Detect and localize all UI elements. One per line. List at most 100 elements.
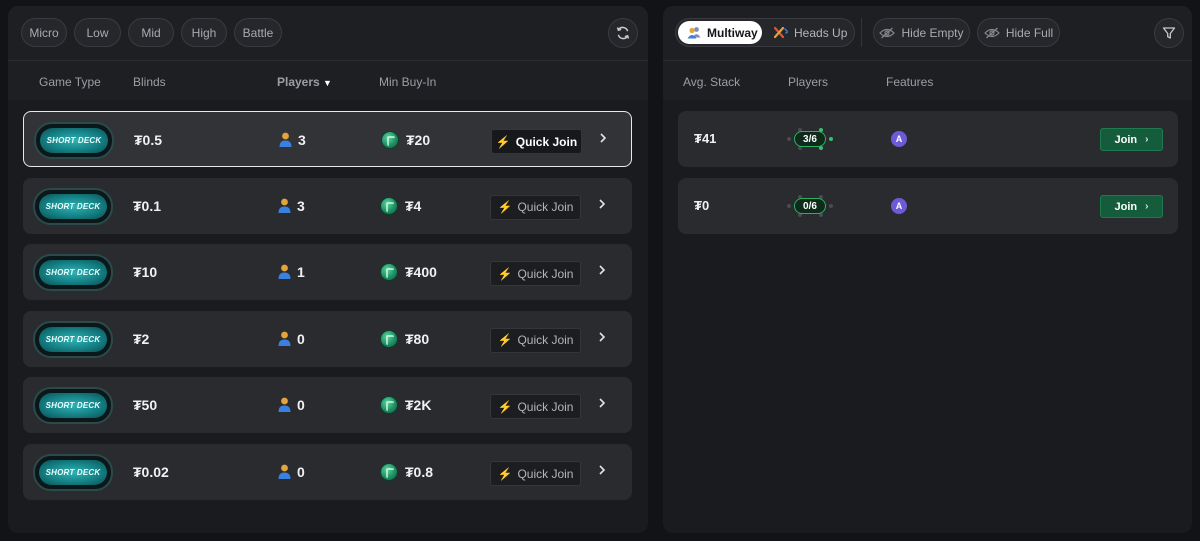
players-count: 3 [298,132,306,148]
game-type-badge: SHORT DECK [33,387,113,425]
quick-join-label: Quick Join [517,200,574,215]
refresh-button[interactable] [608,18,638,48]
stakes-filter-bar: Micro Low Mid High Battle [8,6,648,60]
players-count: 3 [297,197,305,214]
players-count: 0 [297,397,305,414]
game-type-badge: SHORT DECK [33,454,113,491]
chip-icon [380,329,398,348]
stake-filter-low[interactable]: Low [74,18,121,47]
feature-badge: A [891,131,907,147]
join-label: Join [1114,200,1138,213]
poker-table-graphic: SHORT DECK [39,193,107,219]
col-players[interactable]: Players ▼ [277,75,332,89]
quick-join-label: Quick Join [517,466,574,481]
min-buyin-value: ₮80 [405,330,430,347]
quick-join-button[interactable]: ⚡ Quick Join [490,461,581,486]
col-game-type[interactable]: Game Type [39,75,101,89]
sort-desc-icon: ▼ [323,78,332,88]
col-avg-stack[interactable]: Avg. Stack [683,75,740,89]
seat-dot [829,137,833,141]
quick-join-label: Quick Join [515,134,578,149]
join-button[interactable]: Join › [1100,128,1163,151]
stake-filter-mid[interactable]: Mid [128,18,174,47]
poker-table-graphic: SHORT DECK [40,128,108,153]
tab-heads-up[interactable]: Heads Up [770,21,854,44]
blinds-value: ₮0.5 [134,132,163,148]
tab-multiway[interactable]: Multiway [678,21,762,44]
stake-filter-high[interactable]: High [181,18,227,47]
list-column-headers: Game Type Blinds Players ▼ Min Buy-In [8,60,648,100]
player-icon [279,132,292,152]
quick-join-label: Quick Join [517,333,574,348]
seat-indicator: 3/6 [787,128,833,150]
game-type-label: SHORT DECK [46,136,102,145]
poker-table-graphic: SHORT DECK [39,460,107,485]
min-buyin-value: ₮400 [405,264,437,281]
quick-join-button[interactable]: ⚡ Quick Join [490,194,581,220]
blinds-value: ₮50 [133,397,158,414]
chevron-right-icon[interactable] [597,263,613,281]
join-button[interactable]: Join › [1100,195,1163,218]
filter-button[interactable] [1154,18,1184,48]
chevron-right-icon[interactable] [597,396,613,414]
game-type-badge: SHORT DECK [34,122,114,159]
multiway-icon [687,27,701,39]
table-row[interactable]: SHORT DECK ₮0.5 3 ₮20 ⚡ Quick Join [23,111,632,167]
join-label: Join [1114,133,1138,146]
quick-join-button[interactable]: ⚡ Quick Join [490,394,581,420]
table-row[interactable]: SHORT DECK ₮10 1 ₮400 ⚡ Quick Join [23,244,632,301]
seat-count: 3/6 [794,131,826,147]
table-list: SHORT DECK ₮0.5 3 ₮2 0 ⚡ Quick Join SHORT DECK ₮… [8,100,648,533]
player-icon [278,464,291,484]
table-row[interactable]: SHORT DECK ₮50 0 ₮2K ⚡ Quick Join [23,377,632,434]
game-type-label: SHORT DECK [45,268,101,278]
stake-filter-micro[interactable]: Micro [21,18,67,47]
seat-indicator: 0/6 [787,195,833,217]
quick-join-button[interactable]: ⚡ Quick Join [490,327,581,353]
chevron-right-icon[interactable] [598,131,614,149]
quick-join-button[interactable]: ⚡ Quick Join [491,129,582,154]
refresh-icon [616,26,630,40]
mode-filter-bar: Multiway Heads Up Hide Empty Hide Full [663,6,1192,60]
game-type-label: SHORT DECK [45,468,101,477]
filter-icon [1162,27,1176,39]
col-min-buyin[interactable]: Min Buy-In [379,75,436,89]
game-type-label: SHORT DECK [45,401,101,411]
chip-icon [381,131,399,149]
seat-dot [829,204,833,208]
eye-off-icon [879,27,896,38]
col-features[interactable]: Features [886,75,933,89]
quick-join-button[interactable]: ⚡ Quick Join [490,261,581,287]
player-icon [278,331,291,351]
stake-filter-battle[interactable]: Battle [234,18,282,47]
players-count: 1 [297,264,305,281]
table-row[interactable]: SHORT DECK ₮2 0 ₮80 ⚡ Quick Join [23,310,632,367]
detail-column-headers: Avg. Stack Players Features [663,60,1192,100]
game-type-badge: SHORT DECK [33,254,113,292]
lightning-icon: ⚡ [497,266,513,281]
lightning-icon: ⚡ [497,399,513,414]
table-instances-list: ₮41 3/6 A Join › ₮0 0/6 A Join › [663,100,1192,533]
game-type-badge: SHORT DECK [33,320,113,358]
min-buyin-value: ₮2K [405,397,432,414]
seat-dot [787,204,791,208]
chevron-right-icon[interactable] [597,197,613,215]
player-icon [278,397,291,417]
seat-count: 0/6 [794,198,826,214]
hide-full-toggle[interactable]: Hide Full [977,18,1060,47]
col-blinds[interactable]: Blinds [133,75,166,89]
lightning-icon: ⚡ [497,466,513,481]
min-buyin-value: ₮0.8 [405,464,434,480]
avg-stack-value: ₮0 [694,198,710,213]
chevron-right-icon[interactable] [597,463,613,481]
lightning-icon: ⚡ [497,333,513,348]
table-row[interactable]: SHORT DECK ₮0.1 3 ₮4 ⚡ Quick Join [23,177,632,234]
player-icon [278,264,291,284]
table-row[interactable]: SHORT DECK ₮0.02 0 ₮0.8 ⚡ Quick Join [23,444,632,500]
chevron-right-icon[interactable] [597,330,613,348]
hide-empty-toggle[interactable]: Hide Empty [873,18,970,47]
col-seat-players[interactable]: Players [788,75,828,89]
lightning-icon: ⚡ [497,200,513,215]
blinds-value: ₮2 [133,330,150,347]
chip-icon [380,196,398,215]
